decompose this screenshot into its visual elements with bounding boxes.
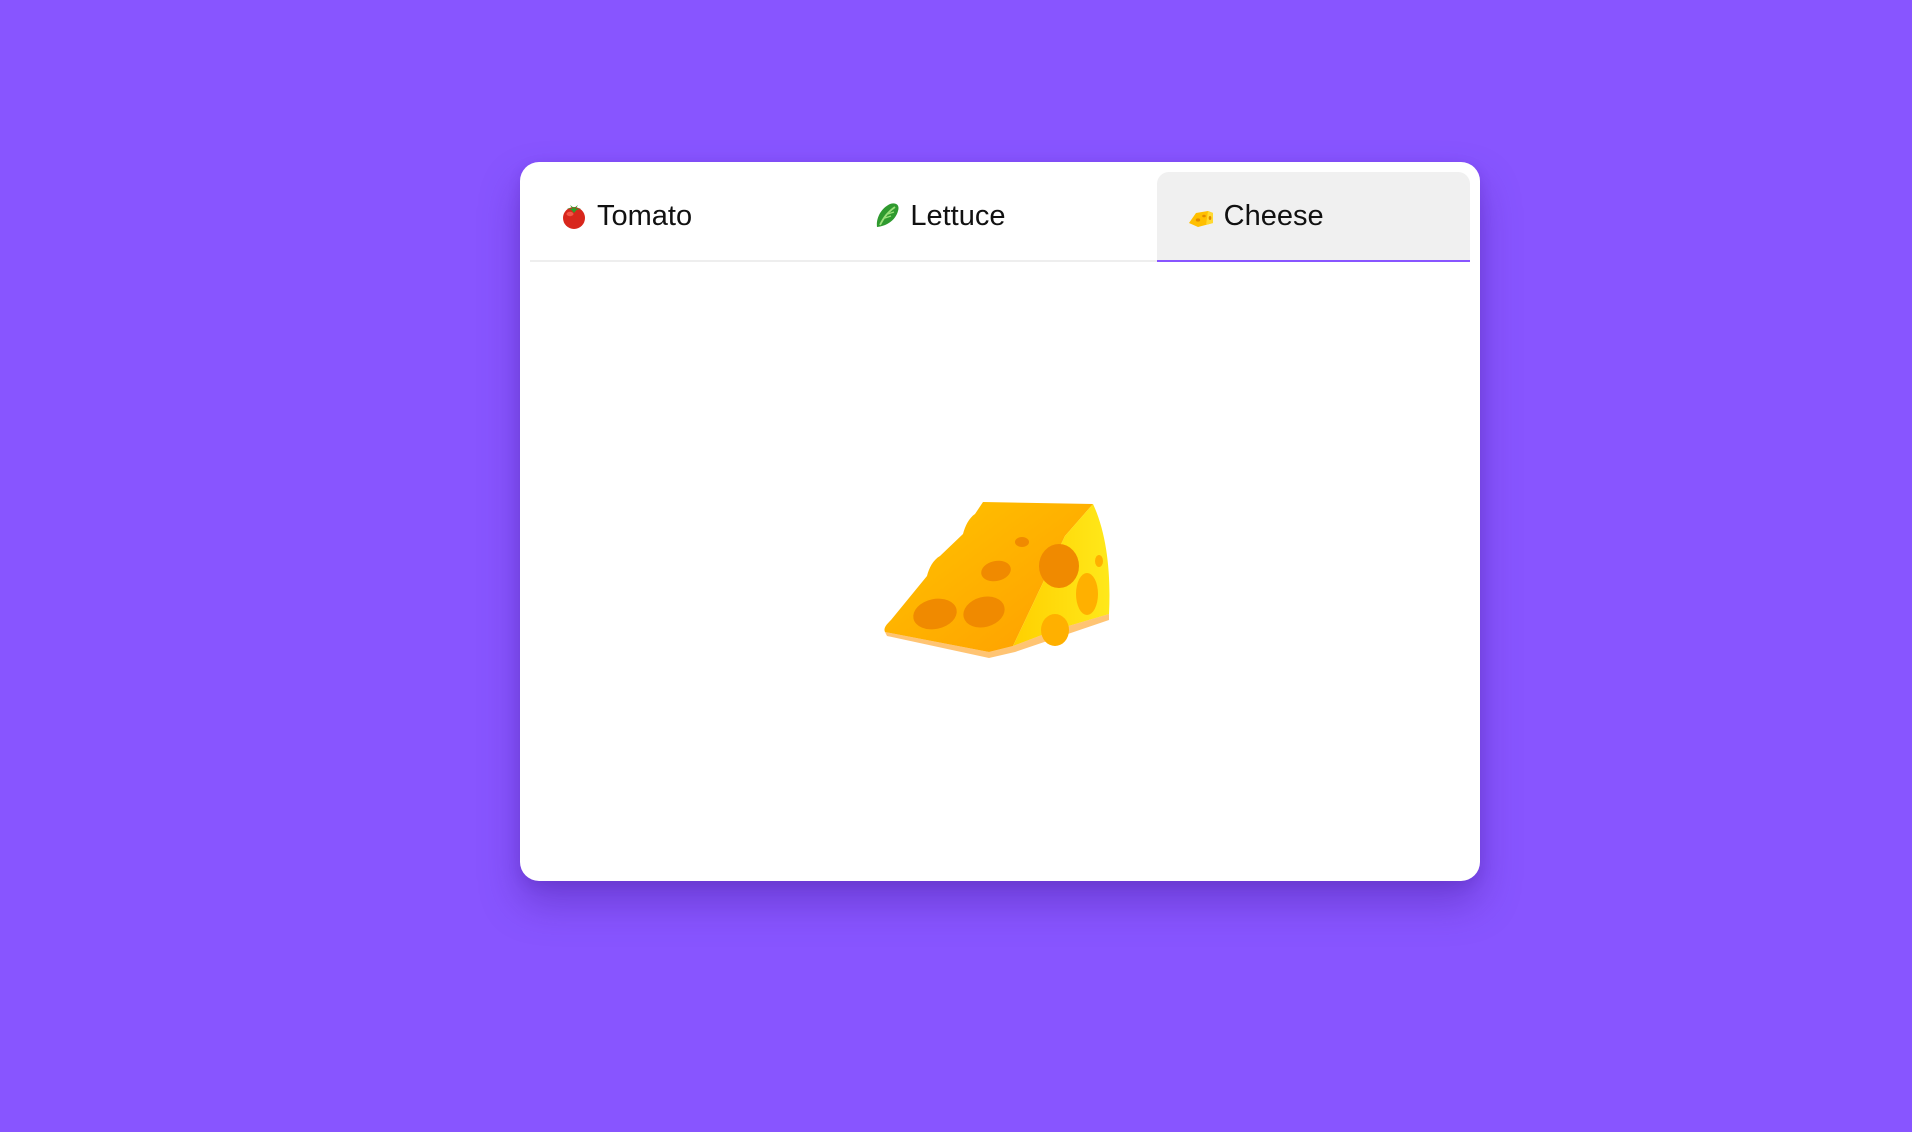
- tomato-icon: [559, 201, 589, 231]
- tab-panel: [520, 264, 1480, 881]
- tab-cheese[interactable]: Cheese: [1156, 172, 1471, 262]
- cheese-icon: [1186, 201, 1216, 231]
- lettuce-icon: [872, 201, 902, 231]
- tab-tomato[interactable]: Tomato: [530, 172, 843, 260]
- tab-label: Lettuce: [910, 199, 1006, 232]
- tab-lettuce[interactable]: Lettuce: [843, 172, 1156, 260]
- tab-label: Cheese: [1223, 199, 1324, 232]
- tabs-card: Tomato Lettuce Cheese: [520, 162, 1480, 881]
- cheese-icon: [865, 464, 1135, 664]
- tab-bar: Tomato Lettuce Cheese: [530, 172, 1471, 262]
- tab-label: Tomato: [597, 199, 693, 232]
